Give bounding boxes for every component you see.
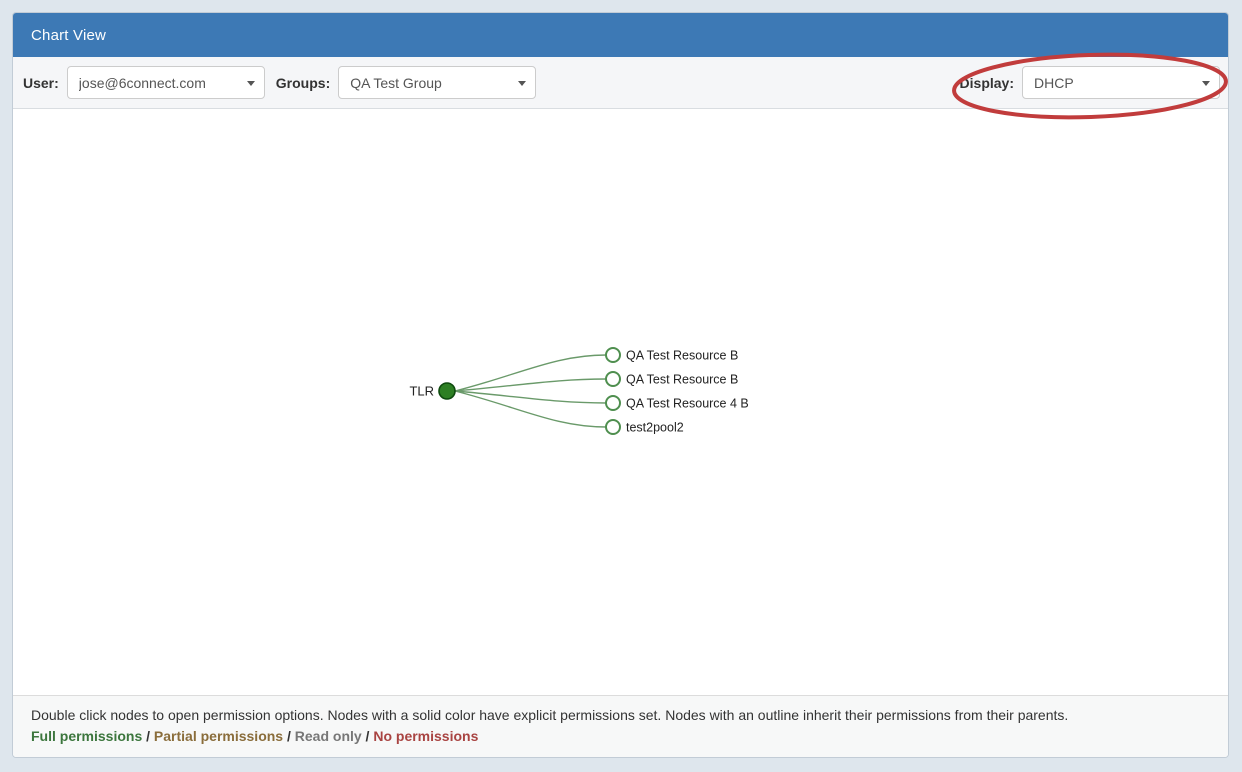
display-label: Display: <box>960 75 1014 91</box>
tree-node-outline[interactable] <box>606 396 620 410</box>
user-dropdown-value: jose@6connect.com <box>79 75 206 91</box>
legend-separator: / <box>283 728 295 744</box>
user-label: User: <box>23 75 59 91</box>
filter-toolbar: User: jose@6connect.com Groups: QA Test … <box>13 57 1228 109</box>
legend-item: Read only <box>295 728 362 744</box>
caret-down-icon <box>247 81 255 86</box>
permissions-chart-area[interactable]: QA Test Resource B QA Test Resource B QA T… <box>13 109 1228 695</box>
tree-node-outline[interactable] <box>606 420 620 434</box>
tree-node-label: QA Test Resource 4 B <box>626 397 749 411</box>
display-filter-group: Display: DHCP <box>960 66 1220 99</box>
footer-instructions: Double click nodes to open permission op… <box>31 705 1210 725</box>
tree-node-outline[interactable] <box>606 348 620 362</box>
permissions-legend: Full permissions / Partial permissions /… <box>31 726 1210 746</box>
panel-header: Chart View <box>13 13 1228 57</box>
legend-item: Partial permissions <box>154 728 283 744</box>
display-dropdown-value: DHCP <box>1034 75 1074 91</box>
tree-node-outline[interactable] <box>606 372 620 386</box>
caret-down-icon <box>1202 81 1210 86</box>
legend-separator: / <box>362 728 374 744</box>
tree-root-label: TLR <box>409 384 434 399</box>
groups-dropdown[interactable]: QA Test Group <box>338 66 536 99</box>
display-dropdown[interactable]: DHCP <box>1022 66 1220 99</box>
legend-separator: / <box>142 728 154 744</box>
tree-root-node[interactable] <box>439 383 455 399</box>
legend-item: Full permissions <box>31 728 142 744</box>
tree-node-label: QA Test Resource B <box>626 373 738 387</box>
caret-down-icon <box>518 81 526 86</box>
chart-view-panel: Chart View User: jose@6connect.com Group… <box>12 12 1229 758</box>
groups-dropdown-value: QA Test Group <box>350 75 442 91</box>
tree-node-label: test2pool2 <box>626 421 684 435</box>
page-title: Chart View <box>31 27 106 44</box>
tree-node-label: QA Test Resource B <box>626 349 738 363</box>
tree-link <box>455 355 606 391</box>
user-dropdown[interactable]: jose@6connect.com <box>67 66 265 99</box>
legend-item: No permissions <box>373 728 478 744</box>
user-filter-group: User: jose@6connect.com <box>23 66 265 99</box>
groups-filter-group: Groups: QA Test Group <box>276 66 536 99</box>
tree-diagram[interactable]: QA Test Resource B QA Test Resource B QA T… <box>13 109 1228 695</box>
panel-footer: Double click nodes to open permission op… <box>13 695 1228 757</box>
tree-link <box>455 391 606 427</box>
groups-label: Groups: <box>276 75 330 91</box>
